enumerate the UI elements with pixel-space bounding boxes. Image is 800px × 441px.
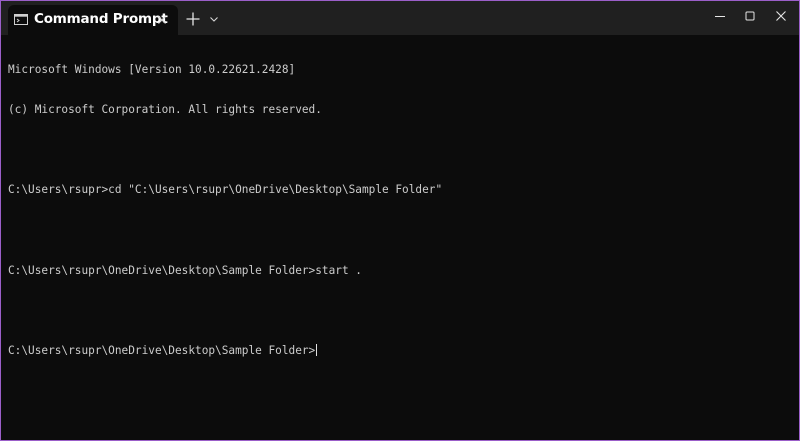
console-line: C:\Users\rsupr\OneDrive\Desktop\Sample F… <box>8 263 362 277</box>
profile-dropdown-chevron-down-icon[interactable] <box>207 12 221 26</box>
console-line: Microsoft Windows [Version 10.0.22621.24… <box>8 62 296 76</box>
new-tab-plus-icon[interactable] <box>183 9 203 29</box>
tab-title: Command Prompt <box>34 11 168 27</box>
console-prompt-line[interactable]: C:\Users\rsupr\OneDrive\Desktop\Sample F… <box>8 344 789 357</box>
tab-command-prompt[interactable]: Command Prompt <box>8 5 178 35</box>
console-line: C:\Users\rsupr>cd "C:\Users\rsupr\OneDri… <box>8 183 443 197</box>
console-line: (c) Microsoft Corporation. All rights re… <box>8 103 322 117</box>
console-prompt: C:\Users\rsupr\OneDrive\Desktop\Sample F… <box>8 344 316 358</box>
text-cursor <box>316 344 318 357</box>
title-bar[interactable]: Command Prompt <box>1 1 799 35</box>
maximize-icon[interactable] <box>738 6 762 26</box>
terminal-window: Command Prompt Microsoft Windows [Versio… <box>0 0 800 441</box>
console-output[interactable]: Microsoft Windows [Version 10.0.22621.24… <box>8 36 789 440</box>
scrollbar[interactable] <box>792 41 798 436</box>
terminal-icon <box>14 14 28 25</box>
minimize-icon[interactable] <box>708 6 732 26</box>
tab-close-icon[interactable] <box>154 12 170 28</box>
close-icon[interactable] <box>769 6 793 26</box>
